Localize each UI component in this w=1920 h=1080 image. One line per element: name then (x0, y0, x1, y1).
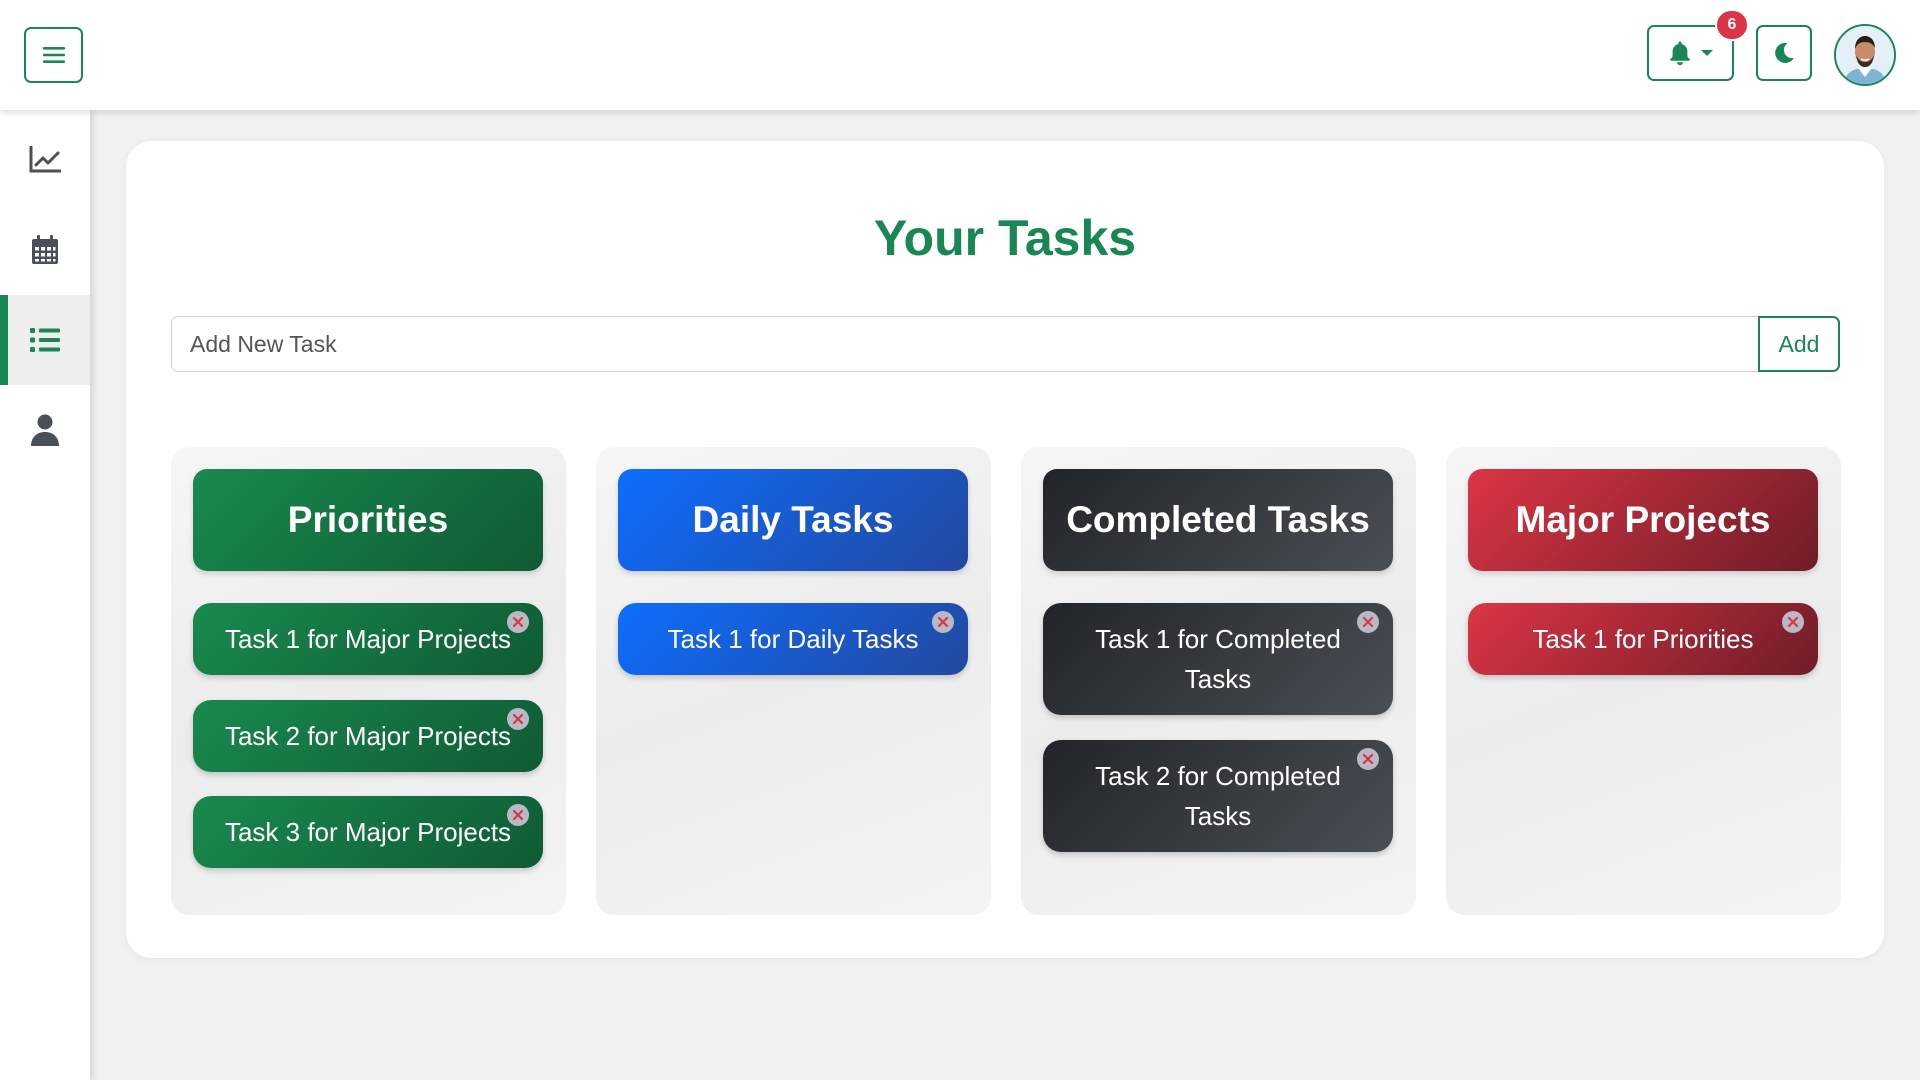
close-icon (1362, 616, 1374, 628)
close-icon (512, 809, 524, 821)
add-task-button[interactable]: Add (1758, 316, 1840, 372)
list-icon (30, 328, 60, 352)
task-card[interactable]: Task 2 for Major Projects (193, 700, 543, 772)
avatar-image (1836, 26, 1894, 84)
remove-task-button[interactable] (507, 611, 529, 633)
user-avatar[interactable] (1834, 24, 1896, 86)
column-priorities: Priorities Task 1 for Major Projects Tas… (171, 447, 566, 915)
moon-icon (1775, 42, 1794, 63)
remove-task-button[interactable] (1782, 611, 1804, 633)
menu-toggle-button[interactable] (24, 27, 83, 83)
task-card[interactable]: Task 1 for Completed Tasks (1043, 603, 1393, 715)
column-daily-tasks: Daily Tasks Task 1 for Daily Tasks (596, 447, 991, 915)
task-label: Task 2 for Completed Tasks (1095, 761, 1341, 831)
calendar-icon (32, 235, 58, 264)
page-title: Your Tasks (873, 210, 1137, 266)
remove-task-button[interactable] (932, 611, 954, 633)
theme-toggle-button[interactable] (1756, 25, 1812, 81)
sidebar (0, 110, 90, 1080)
task-label: Task 1 for Completed Tasks (1095, 624, 1341, 694)
task-label: Task 1 for Priorities (1532, 624, 1754, 654)
top-navbar: 6 (0, 0, 1920, 110)
close-icon (512, 616, 524, 628)
close-icon (1787, 616, 1799, 628)
tasks-card: Your Tasks Add Priorities Task 1 for Maj… (126, 141, 1884, 958)
notification-count-badge: 6 (1715, 9, 1749, 41)
column-header: Priorities (193, 469, 543, 571)
close-icon (512, 713, 524, 725)
task-label: Task 1 for Major Projects (224, 624, 512, 654)
close-icon (937, 616, 949, 628)
task-label: Task 2 for Major Projects (224, 721, 512, 751)
column-header: Daily Tasks (618, 469, 968, 571)
bell-icon (1669, 41, 1690, 66)
user-icon (31, 414, 59, 446)
caret-down-icon (1700, 50, 1713, 56)
task-label: Task 1 for Daily Tasks (667, 624, 919, 654)
remove-task-button[interactable] (507, 804, 529, 826)
column-major-projects: Major Projects Task 1 for Priorities (1446, 447, 1841, 915)
chart-line-icon (29, 146, 61, 173)
task-card[interactable]: Task 1 for Daily Tasks (618, 603, 968, 675)
task-label: Task 3 for Major Projects (224, 817, 512, 847)
hamburger-menu-icon (42, 47, 65, 63)
close-icon (1362, 753, 1374, 765)
task-card[interactable]: Task 2 for Completed Tasks (1043, 740, 1393, 852)
column-completed-tasks: Completed Tasks Task 1 for Completed Tas… (1021, 447, 1416, 915)
column-header: Completed Tasks (1043, 469, 1393, 571)
sidebar-item-profile[interactable] (0, 385, 90, 475)
sidebar-item-dashboard[interactable] (0, 115, 90, 205)
remove-task-button[interactable] (507, 708, 529, 730)
sidebar-item-calendar[interactable] (0, 205, 90, 295)
new-task-input[interactable] (171, 316, 1759, 372)
column-header: Major Projects (1468, 469, 1818, 571)
remove-task-button[interactable] (1357, 748, 1379, 770)
task-card[interactable]: Task 1 for Priorities (1468, 603, 1818, 675)
remove-task-button[interactable] (1357, 611, 1379, 633)
task-card[interactable]: Task 3 for Major Projects (193, 796, 543, 868)
sidebar-item-tasks[interactable] (0, 295, 90, 385)
task-card[interactable]: Task 1 for Major Projects (193, 603, 543, 675)
